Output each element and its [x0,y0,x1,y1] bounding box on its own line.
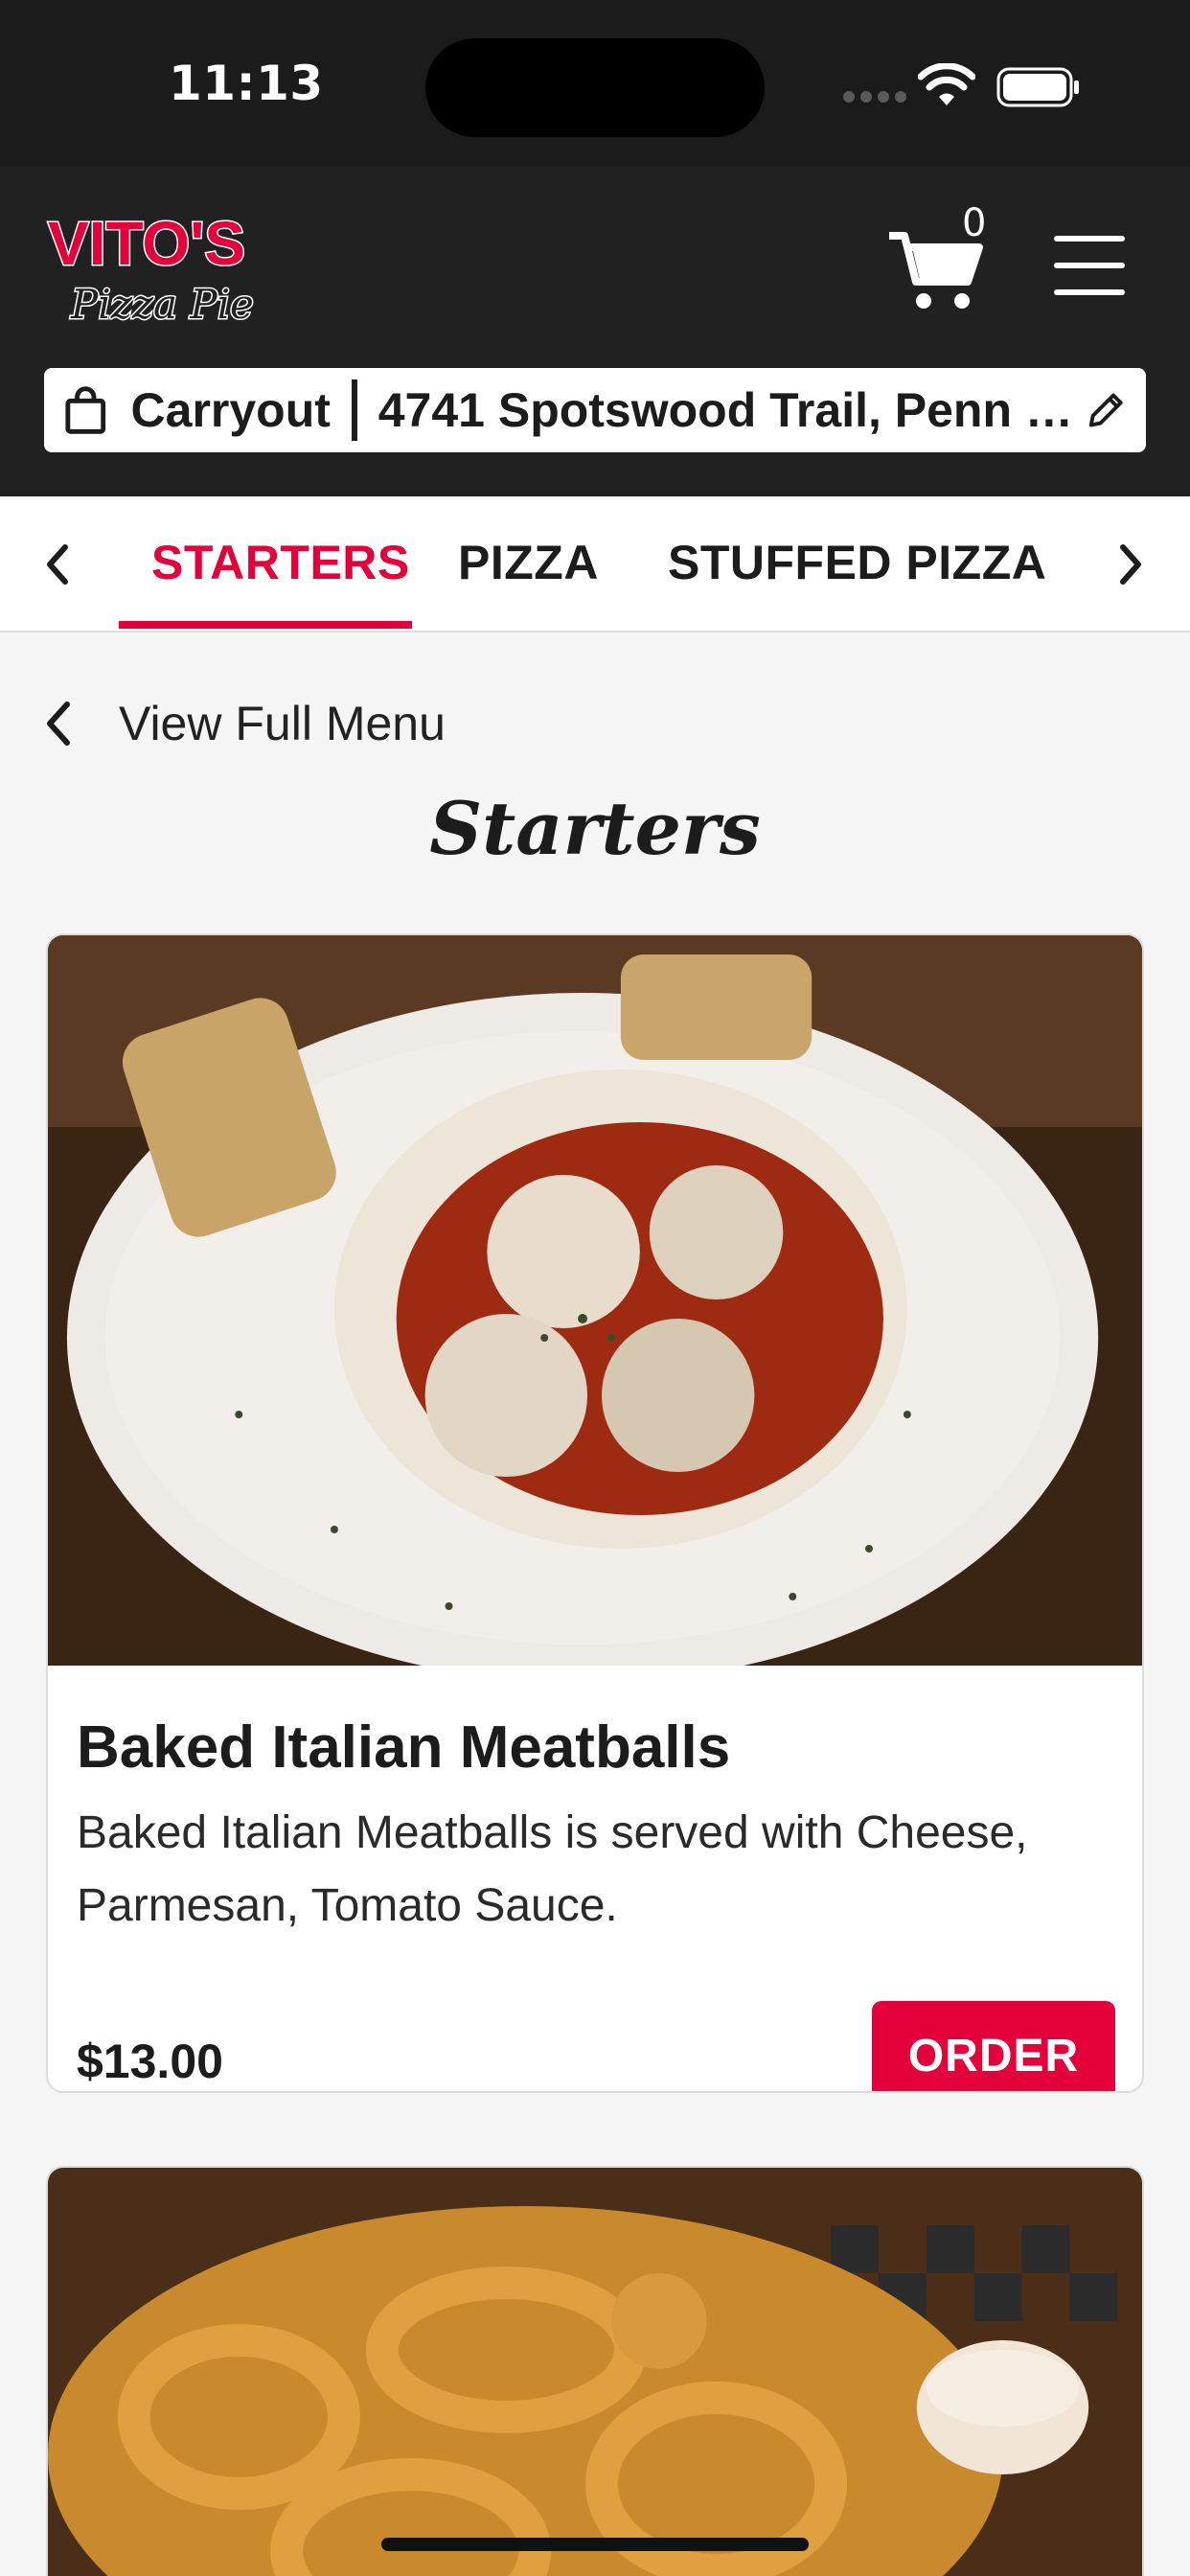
tab-stuffed-pizza[interactable]: STUFFED PIZZA [668,535,1046,590]
view-full-menu-link[interactable]: View Full Menu [38,696,446,751]
status-time: 11:13 [169,56,324,111]
app-header: VITO'S Pizza Pie 0 Carryout 4741 Spotswo… [0,167,1190,496]
active-tab-indicator [119,621,412,629]
category-tabs: STARTERS PIZZA STUFFED PIZZA [0,496,1190,632]
chevron-left-icon [47,702,70,746]
divider [351,380,357,441]
svg-text:VITO'S: VITO'S [48,209,245,278]
home-indicator [381,2538,809,2551]
tab-pizza[interactable]: PIZZA [458,535,599,590]
order-type-label: Carryout [130,383,331,437]
order-button[interactable]: ORDER [872,2001,1115,2091]
section-title: Starters [429,786,761,871]
order-type-selector[interactable]: Carryout 4741 Spotswood Trail, Penn Lair… [44,368,1146,452]
menu-item-photo[interactable] [48,935,1142,1666]
shopping-bag-icon [65,386,106,434]
back-link-label: View Full Menu [119,697,446,750]
menu-item-details: Baked Italian Meatballs Baked Italian Me… [48,1714,1142,2091]
svg-text:Pizza Pie: Pizza Pie [70,281,254,328]
menu-item-name: Baked Italian Meatballs [77,1714,731,1781]
tab-starters[interactable]: STARTERS [151,535,410,590]
status-bar: 11:13 [0,0,1190,167]
menu-item-price: $13.00 [77,2035,223,2088]
pencil-edit-icon[interactable] [1084,387,1129,433]
cart-count-badge: 0 [962,201,987,245]
wifi-icon [918,63,975,105]
dynamic-island [425,38,765,137]
menu-item-card [46,2166,1144,2576]
battery-icon [996,67,1079,107]
hamburger-menu-icon[interactable] [1054,236,1125,295]
menu-item-description: Baked Italian Meatballs is served with C… [77,1807,1028,1931]
store-address: 4741 Spotswood Trail, Penn Laird, VA [378,383,1085,437]
menu-item-photo[interactable] [48,2168,1142,2576]
chevron-left-icon[interactable] [23,531,90,598]
menu-item-card: Baked Italian Meatballs Baked Italian Me… [46,933,1144,2093]
vitos-pizza-pie-logo[interactable]: VITO'S Pizza Pie [42,205,291,330]
cellular-signal-icon [843,91,906,103]
chevron-right-icon[interactable] [1098,531,1165,598]
